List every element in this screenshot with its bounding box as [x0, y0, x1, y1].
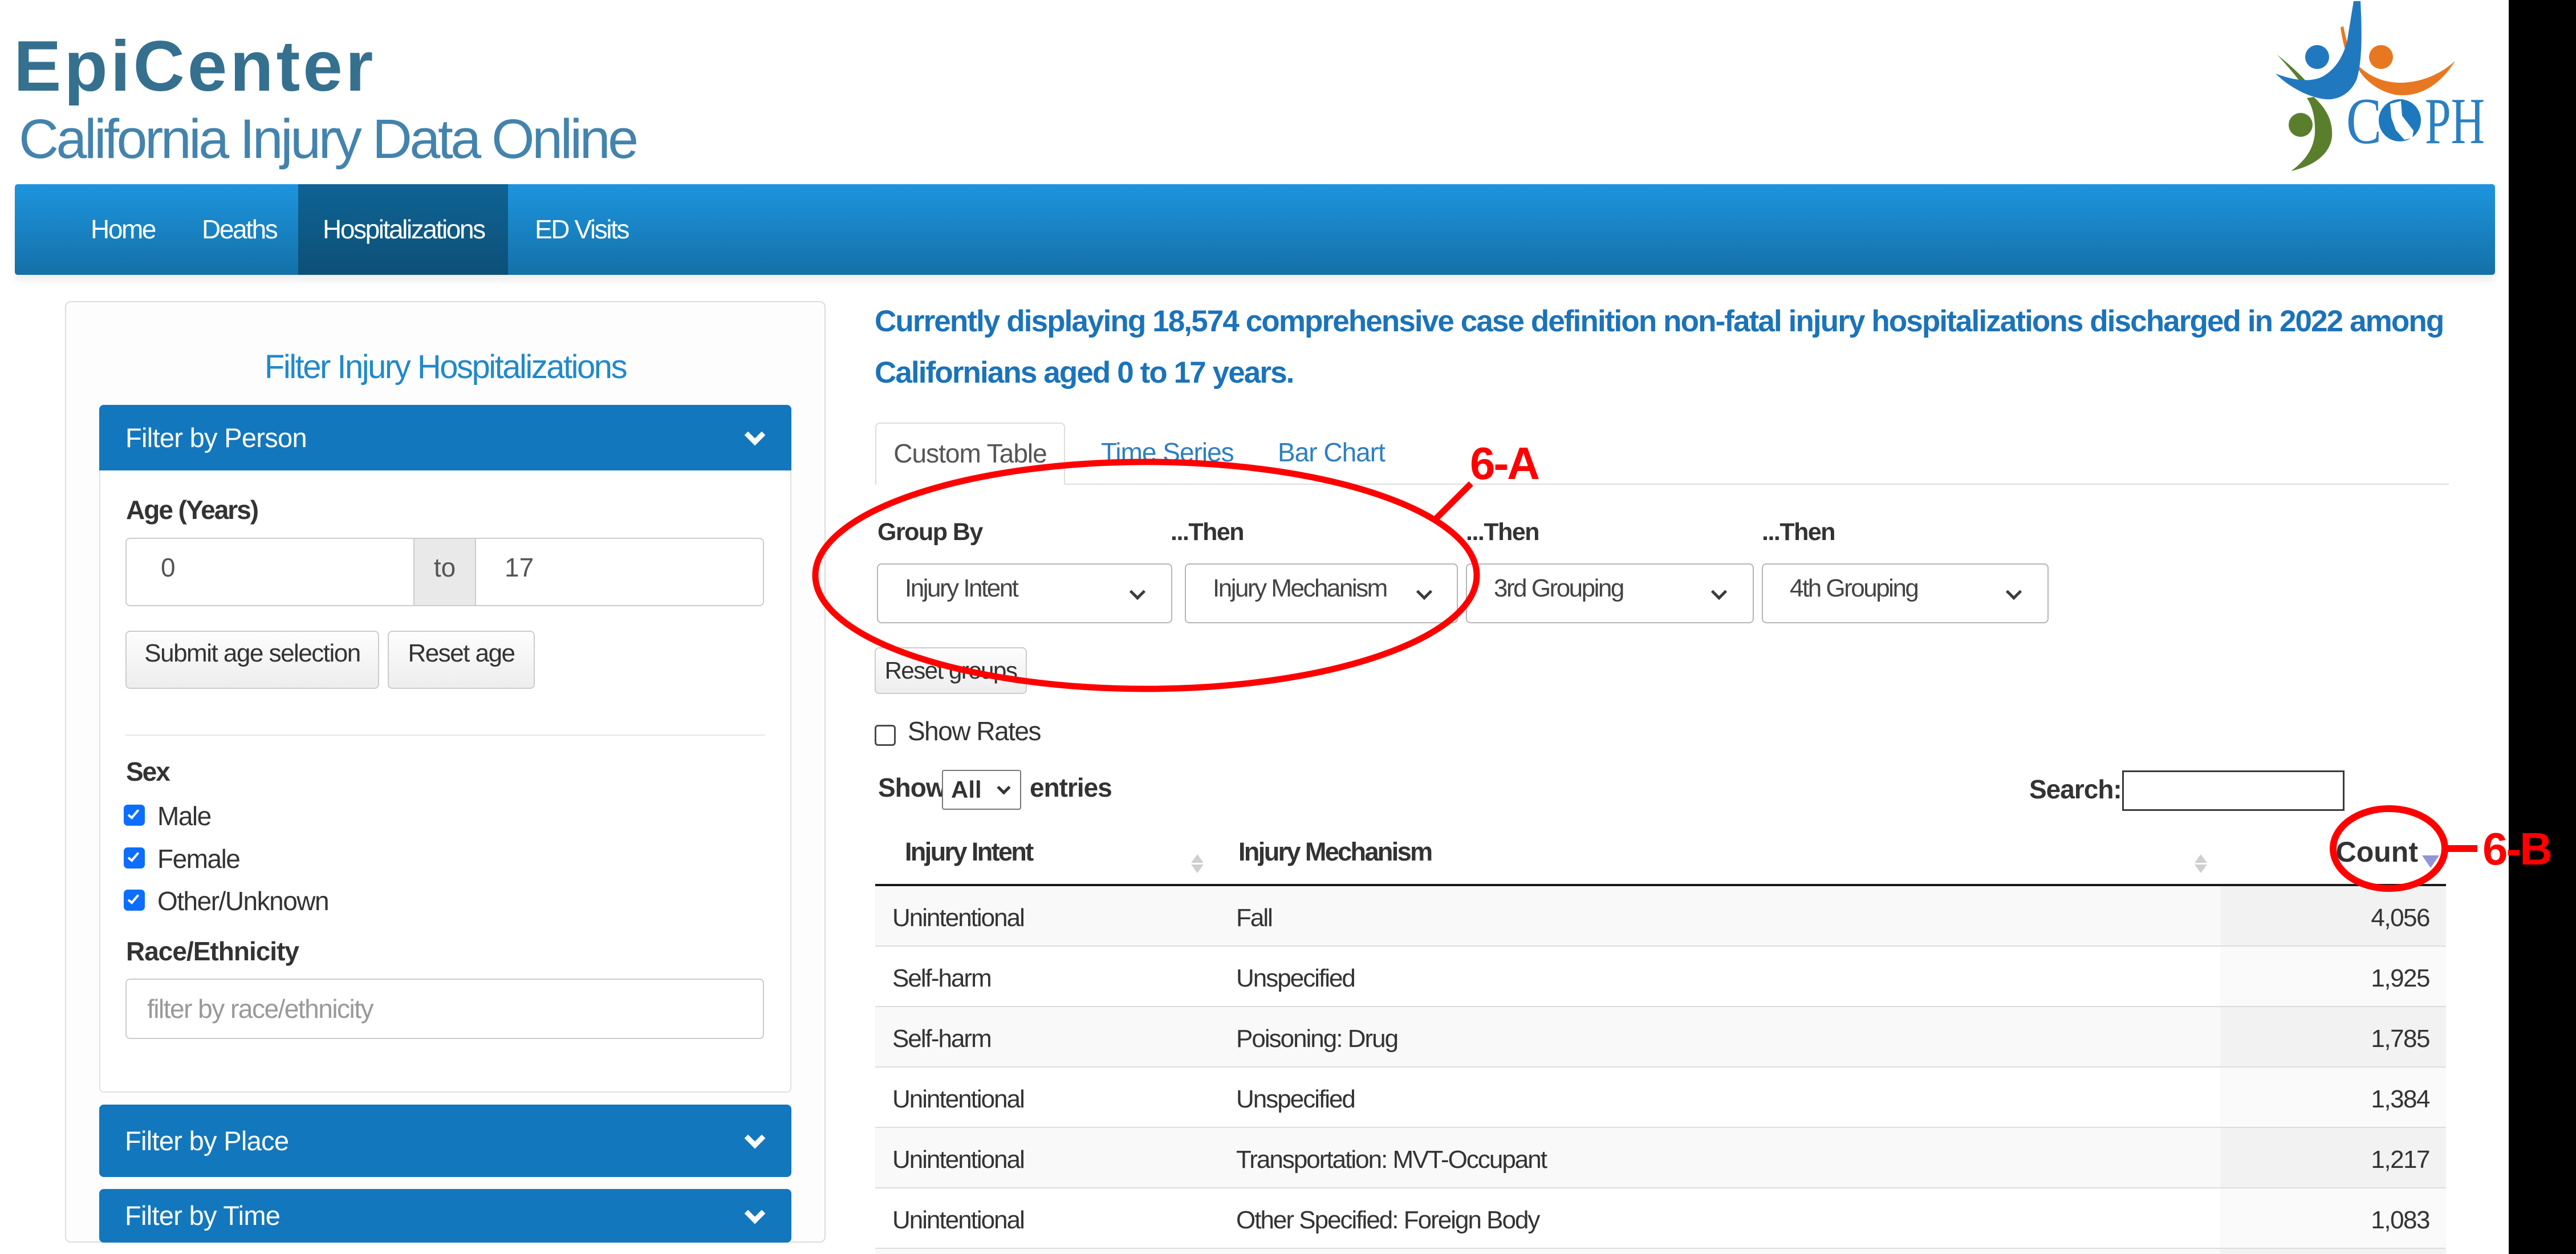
- svg-text:PH: PH: [2425, 85, 2485, 158]
- svg-text:6-A: 6-A: [1470, 438, 1539, 489]
- svg-text:C: C: [2346, 85, 2382, 158]
